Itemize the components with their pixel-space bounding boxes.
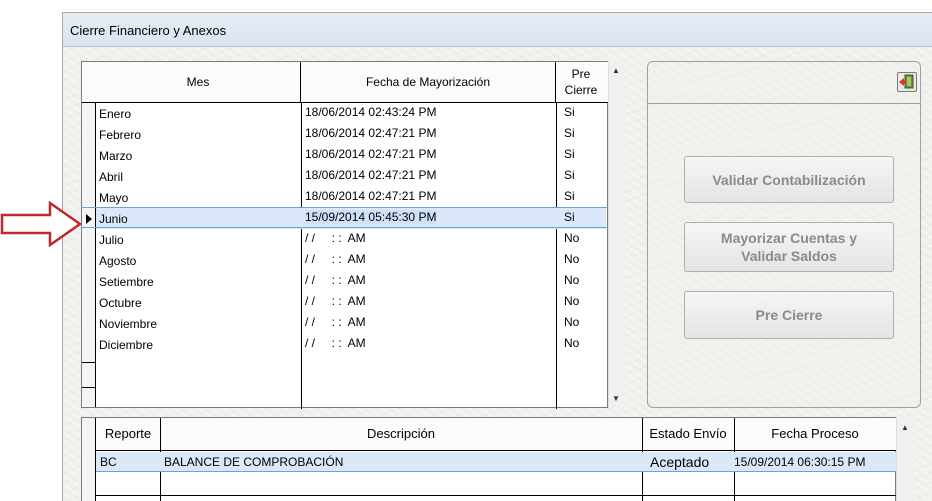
- cell-fecha: 18/06/2014 02:43:24 PM: [305, 105, 437, 119]
- column-header-estado-envio[interactable]: Estado Envío: [642, 418, 734, 450]
- report-row-bc[interactable]: BC BALANCE DE COMPROBACIÓN Aceptado 15/0…: [96, 452, 896, 472]
- month-row-julio[interactable]: Julio / / : : AM No: [96, 229, 606, 250]
- cell-fecha: 18/06/2014 02:47:21 PM: [305, 168, 437, 182]
- selected-row-highlight: [81, 207, 608, 228]
- cell-reporte: BC: [100, 455, 117, 469]
- reports-grid-header: Reporte Descripción Estado Envío Fecha P…: [96, 418, 896, 451]
- month-row-abril[interactable]: Abril 18/06/2014 02:47:21 PM Si: [96, 166, 606, 187]
- column-header-precierre-line1: Pre: [571, 67, 591, 81]
- cell-mes: Marzo: [99, 149, 133, 163]
- cell-precierre: Si: [564, 126, 575, 140]
- month-row-noviembre[interactable]: Noviembre / / : : AM No: [96, 313, 606, 334]
- row-selector-divider: [82, 387, 96, 388]
- cell-precierre: No: [564, 336, 580, 350]
- month-row-diciembre[interactable]: Diciembre / / : : AM No: [96, 334, 606, 355]
- month-row-octubre[interactable]: Octubre / / : : AM No: [96, 292, 606, 313]
- month-row-mayo[interactable]: Mayo 18/06/2014 02:47:21 PM Si: [96, 187, 606, 208]
- row-divider: [96, 495, 896, 496]
- pre-cierre-button[interactable]: Pre Cierre: [684, 291, 894, 339]
- row-selector-column: [82, 62, 96, 407]
- actions-panel-header: [648, 62, 920, 104]
- month-row-febrero[interactable]: Febrero 18/06/2014 02:47:21 PM Si: [96, 124, 606, 145]
- mayorizar-label-line1: Mayorizar Cuentas y: [720, 230, 858, 246]
- column-header-reporte[interactable]: Reporte: [96, 418, 160, 450]
- cell-fecha: 18/06/2014 02:47:21 PM: [305, 147, 437, 161]
- cell-mes: Noviembre: [99, 317, 158, 331]
- column-header-precierre[interactable]: Pre Cierre: [556, 62, 606, 102]
- month-row-agosto[interactable]: Agosto / / : : AM No: [96, 250, 606, 271]
- cell-precierre: No: [564, 231, 580, 245]
- column-header-precierre-line2: Cierre: [564, 83, 598, 97]
- cell-precierre: No: [564, 315, 580, 329]
- month-row-enero[interactable]: Enero 18/06/2014 02:43:24 PM Si: [96, 103, 606, 124]
- cell-precierre: No: [564, 252, 580, 266]
- column-header-fecha[interactable]: Fecha de Mayorización: [301, 62, 556, 102]
- month-row-marzo[interactable]: Marzo 18/06/2014 02:47:21 PM Si: [96, 145, 606, 166]
- cell-mes: Octubre: [99, 296, 142, 310]
- cell-fecha-proceso: 15/09/2014 06:30:15 PM: [734, 455, 866, 469]
- cell-precierre: Si: [564, 168, 575, 182]
- months-grid: Mes Fecha de Mayorización Pre Cierre Ene…: [81, 61, 609, 409]
- cell-precierre: No: [564, 273, 580, 287]
- cell-mes: Julio: [99, 233, 124, 247]
- cell-mes: Diciembre: [99, 338, 154, 352]
- annotation-arrow-icon: [0, 201, 82, 247]
- mayorizar-cuentas-button[interactable]: Mayorizar Cuentas y Validar Saldos: [684, 222, 894, 272]
- cell-precierre: Si: [564, 147, 575, 161]
- exit-button[interactable]: [897, 72, 917, 92]
- cell-mes: Febrero: [99, 128, 142, 142]
- row-selector-divider: [82, 362, 96, 363]
- cell-fecha: 18/06/2014 02:47:21 PM: [305, 189, 437, 203]
- exit-door-icon: [899, 74, 914, 89]
- title-bar: Cierre Financiero y Anexos: [63, 13, 932, 47]
- cell-fecha: / / : : AM: [305, 294, 366, 308]
- scroll-up-icon[interactable]: ▲: [612, 66, 620, 75]
- cell-estado-envio: Aceptado: [650, 454, 710, 470]
- months-grid-scrollbar[interactable]: ▲ ▼: [608, 61, 625, 408]
- cell-precierre: No: [564, 294, 580, 308]
- row-selector-column: [82, 418, 96, 501]
- cell-precierre: Si: [564, 105, 575, 119]
- month-row-setiembre[interactable]: Setiembre / / : : AM No: [96, 271, 606, 292]
- cell-fecha: / / : : AM: [305, 252, 366, 266]
- reports-grid-scrollbar[interactable]: ▲: [896, 417, 914, 501]
- cell-fecha: / / : : AM: [305, 273, 366, 287]
- column-header-mes[interactable]: Mes: [96, 62, 301, 102]
- cell-mes: Setiembre: [99, 275, 154, 289]
- cell-fecha: / / : : AM: [305, 231, 366, 245]
- mayorizar-label-line2: Validar Saldos: [741, 248, 837, 264]
- cell-fecha: / / : : AM: [305, 315, 366, 329]
- cell-precierre: Si: [564, 189, 575, 203]
- scroll-down-icon[interactable]: ▼: [612, 394, 620, 403]
- cell-mes: Abril: [99, 170, 124, 184]
- validar-contabilizacion-button[interactable]: Validar Contabilización: [684, 156, 894, 203]
- column-header-fecha-proceso[interactable]: Fecha Proceso: [734, 418, 896, 450]
- scroll-up-icon[interactable]: ▲: [901, 423, 909, 432]
- cell-fecha: / / : : AM: [305, 336, 366, 350]
- cell-mes: Enero: [99, 107, 132, 121]
- cell-mes: Agosto: [99, 254, 137, 268]
- reports-grid: Reporte Descripción Estado Envío Fecha P…: [81, 417, 896, 501]
- cell-mes: Mayo: [99, 191, 129, 205]
- column-header-descripcion[interactable]: Descripción: [160, 418, 642, 450]
- cell-fecha: 18/06/2014 02:47:21 PM: [305, 126, 437, 140]
- window-title: Cierre Financiero y Anexos: [70, 23, 227, 38]
- months-grid-header: Mes Fecha de Mayorización Pre Cierre: [82, 62, 609, 103]
- cell-descripcion: BALANCE DE COMPROBACIÓN: [164, 455, 344, 469]
